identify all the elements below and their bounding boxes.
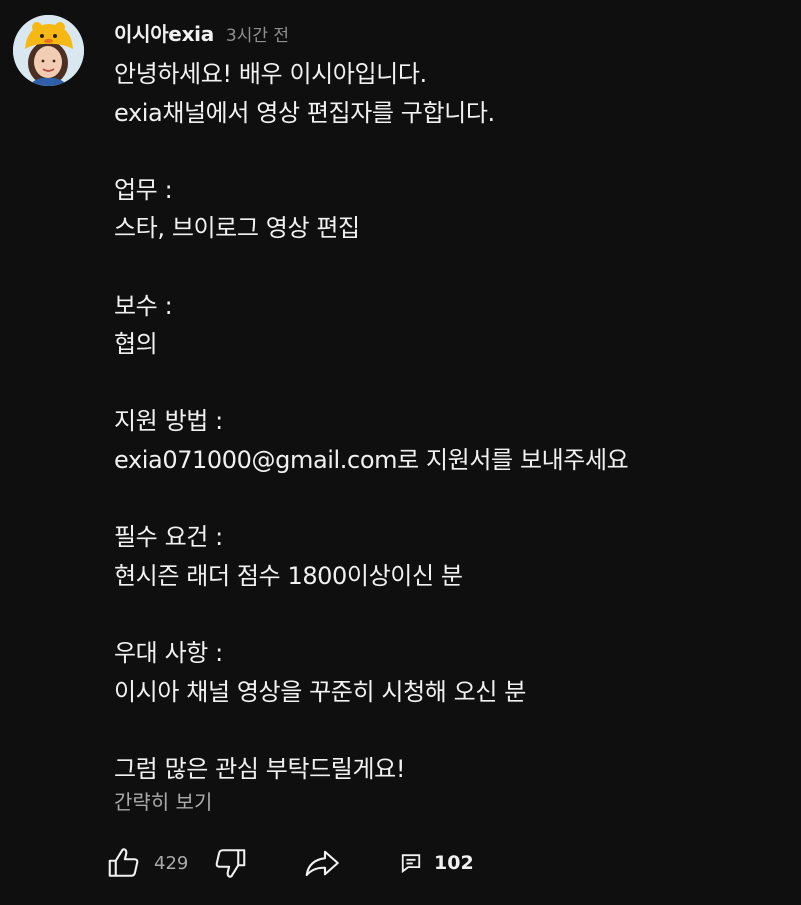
- comment-header: 이시아exia 3시간 전: [114, 18, 289, 46]
- comment-line: [114, 595, 784, 634]
- comment-line: 우대 사항 :: [114, 638, 223, 667]
- comment-line: [114, 711, 784, 750]
- comment-line-email: exia071000@gmail.com로 지원서를 보내주세요: [114, 445, 629, 474]
- comment-line: 협의: [114, 330, 158, 359]
- share-icon: [305, 850, 339, 877]
- replies-button[interactable]: 102: [400, 843, 474, 883]
- comment-line: 지원 방법 :: [114, 407, 223, 436]
- reply-count: 102: [434, 852, 474, 874]
- comment-line: 이시아 채널 영상을 꾸준히 시청해 오신 분: [114, 677, 526, 706]
- comment-line: 보수 :: [114, 291, 173, 320]
- avatar-image: [13, 15, 84, 86]
- comment-line: [114, 364, 784, 403]
- thumbs-down-icon: [215, 849, 246, 878]
- comment-icon: [401, 854, 421, 874]
- author-name[interactable]: 이시아exia: [114, 18, 214, 47]
- show-less-button[interactable]: 간략히 보기: [114, 786, 212, 815]
- share-button[interactable]: [302, 843, 342, 883]
- comment-line: exia채널에서 영상 편집자를 구합니다.: [114, 98, 495, 127]
- like-button[interactable]: 429: [106, 843, 188, 883]
- comment-line: 필수 요건 :: [114, 523, 223, 552]
- comment-line: 현시즌 래더 점수 1800이상이신 분: [114, 561, 463, 590]
- comment-line: 스타, 브이로그 영상 편집: [114, 214, 360, 243]
- comment-line: 그럼 많은 관심 부탁드릴게요!: [114, 754, 406, 783]
- comment-text: 안녕하세요! 배우 이시아입니다. exia채널에서 영상 편집자를 구합니다.…: [114, 55, 784, 788]
- comment-line: 안녕하세요! 배우 이시아입니다.: [114, 60, 427, 88]
- comment-line: [114, 480, 784, 519]
- thumbs-up-icon: [108, 848, 139, 877]
- comment-line: [114, 132, 784, 171]
- like-count: 429: [154, 852, 189, 874]
- comment-line: 업무 :: [114, 175, 173, 204]
- comment-line: [114, 248, 784, 287]
- avatar[interactable]: [13, 15, 84, 86]
- dislike-button[interactable]: [212, 843, 248, 883]
- comment-actions: 429 102: [106, 843, 526, 883]
- comment-thread: 이시아exia 3시간 전 안녕하세요! 배우 이시아입니다. exia채널에서…: [0, 0, 801, 905]
- comment-timestamp[interactable]: 3시간 전: [226, 21, 289, 46]
